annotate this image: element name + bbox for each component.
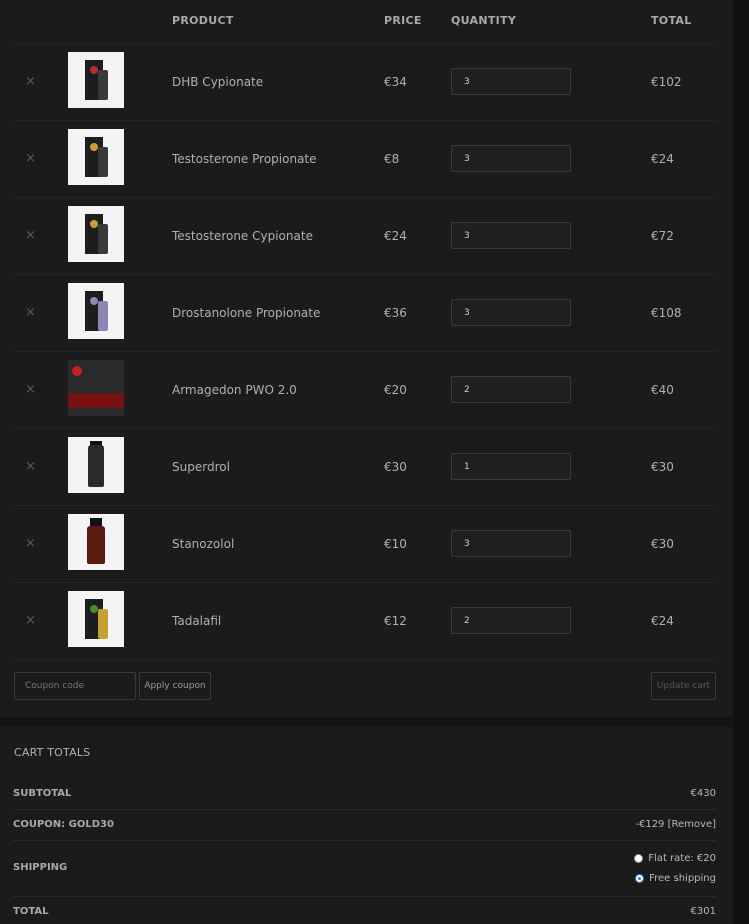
line-total: €30 [651, 537, 674, 551]
quantity-input[interactable] [451, 68, 571, 95]
product-thumbnail[interactable] [68, 514, 124, 570]
product-name[interactable]: Testosterone Propionate [172, 152, 317, 166]
cart-row: × Testosterone Propionate €8 €24 [14, 120, 716, 198]
line-total: €40 [651, 383, 674, 397]
product-thumbnail[interactable] [68, 437, 124, 493]
cart-row: × Superdrol €30 €30 [14, 428, 716, 506]
total-row: TOTAL €301 [13, 897, 716, 924]
line-total: €102 [651, 75, 682, 89]
subtotal-value: €430 [690, 788, 716, 799]
line-total: €72 [651, 229, 674, 243]
coupon-value-wrap: -€129 [Remove] [635, 819, 716, 830]
radio-checked-icon[interactable] [635, 873, 645, 883]
radio-unchecked-icon[interactable] [634, 853, 644, 863]
cart-row: × DHB Cypionate €34 €102 [14, 43, 716, 121]
product-name[interactable]: Stanozolol [172, 537, 234, 551]
quantity-input[interactable] [451, 299, 571, 326]
free-shipping-option[interactable]: Free shipping [634, 869, 716, 889]
header-quantity: QUANTITY [451, 14, 517, 27]
product-thumbnail[interactable] [68, 283, 124, 339]
product-name[interactable]: DHB Cypionate [172, 75, 263, 89]
header-total: TOTAL [651, 14, 692, 27]
quantity-input[interactable] [451, 145, 571, 172]
remove-item-icon[interactable]: × [25, 151, 36, 166]
product-name[interactable]: Testosterone Cypionate [172, 229, 313, 243]
cart-totals: CART TOTALS SUBTOTAL €430 COUPON: GOLD30… [0, 727, 733, 924]
subtotal-row: SUBTOTAL €430 [13, 781, 716, 810]
remove-item-icon[interactable]: × [25, 536, 36, 551]
quantity-input[interactable] [451, 453, 571, 480]
line-total: €24 [651, 152, 674, 166]
coupon-discount: -€129 [635, 819, 665, 830]
free-shipping-label: Free shipping [649, 873, 716, 884]
product-name[interactable]: Drostanolone Propionate [172, 306, 320, 320]
page-edge [733, 0, 749, 924]
coupon-code-input[interactable] [14, 672, 136, 700]
header-product: PRODUCT [172, 14, 234, 27]
line-total: €24 [651, 614, 674, 628]
remove-item-icon[interactable]: × [25, 228, 36, 243]
cart-totals-title: CART TOTALS [14, 746, 91, 759]
order-total-label: TOTAL [13, 906, 49, 917]
product-name[interactable]: Tadalafil [172, 614, 221, 628]
remove-item-icon[interactable]: × [25, 305, 36, 320]
product-name[interactable]: Armagedon PWO 2.0 [172, 383, 297, 397]
flat-rate-option[interactable]: Flat rate: €20 [634, 849, 716, 869]
quantity-input[interactable] [451, 376, 571, 403]
cart-row: × Stanozolol €10 €30 [14, 505, 716, 583]
line-total: €108 [651, 306, 682, 320]
coupon-label: COUPON: GOLD30 [13, 819, 114, 830]
product-price: €34 [384, 75, 407, 89]
remove-item-icon[interactable]: × [25, 74, 36, 89]
product-price: €30 [384, 460, 407, 474]
product-price: €12 [384, 614, 407, 628]
shipping-row: SHIPPING Flat rate: €20 Free shipping [13, 841, 716, 897]
subtotal-label: SUBTOTAL [13, 788, 72, 799]
quantity-input[interactable] [451, 222, 571, 249]
update-cart-button[interactable]: Update cart [651, 672, 716, 700]
flat-rate-label: Flat rate: €20 [648, 853, 716, 864]
product-thumbnail[interactable] [68, 206, 124, 262]
remove-item-icon[interactable]: × [25, 382, 36, 397]
product-price: €24 [384, 229, 407, 243]
product-thumbnail[interactable] [68, 360, 124, 416]
coupon-row: COUPON: GOLD30 -€129 [Remove] [13, 810, 716, 841]
cart-row: × Testosterone Cypionate €24 €72 [14, 197, 716, 275]
line-total: €30 [651, 460, 674, 474]
product-thumbnail[interactable] [68, 129, 124, 185]
product-price: €10 [384, 537, 407, 551]
shipping-options: Flat rate: €20 Free shipping [634, 849, 716, 889]
remove-coupon-link[interactable]: [Remove] [668, 819, 716, 830]
cart-actions: Apply coupon Update cart [14, 659, 716, 718]
remove-item-icon[interactable]: × [25, 459, 36, 474]
header-price: PRICE [384, 14, 422, 27]
quantity-input[interactable] [451, 530, 571, 557]
cart-row: × Tadalafil €12 €24 [14, 582, 716, 660]
shipping-label: SHIPPING [13, 862, 68, 873]
cart-table: PRODUCT PRICE QUANTITY TOTAL × DHB Cypio… [0, 0, 733, 717]
cart-row: × Armagedon PWO 2.0 €20 €40 [14, 351, 716, 429]
product-price: €8 [384, 152, 400, 166]
product-name[interactable]: Superdrol [172, 460, 230, 474]
order-total-value: €301 [690, 906, 716, 917]
product-price: €20 [384, 383, 407, 397]
product-thumbnail[interactable] [68, 591, 124, 647]
apply-coupon-button[interactable]: Apply coupon [139, 672, 211, 700]
remove-item-icon[interactable]: × [25, 613, 36, 628]
quantity-input[interactable] [451, 607, 571, 634]
product-thumbnail[interactable] [68, 52, 124, 108]
cart-row: × Drostanolone Propionate €36 €108 [14, 274, 716, 352]
product-price: €36 [384, 306, 407, 320]
